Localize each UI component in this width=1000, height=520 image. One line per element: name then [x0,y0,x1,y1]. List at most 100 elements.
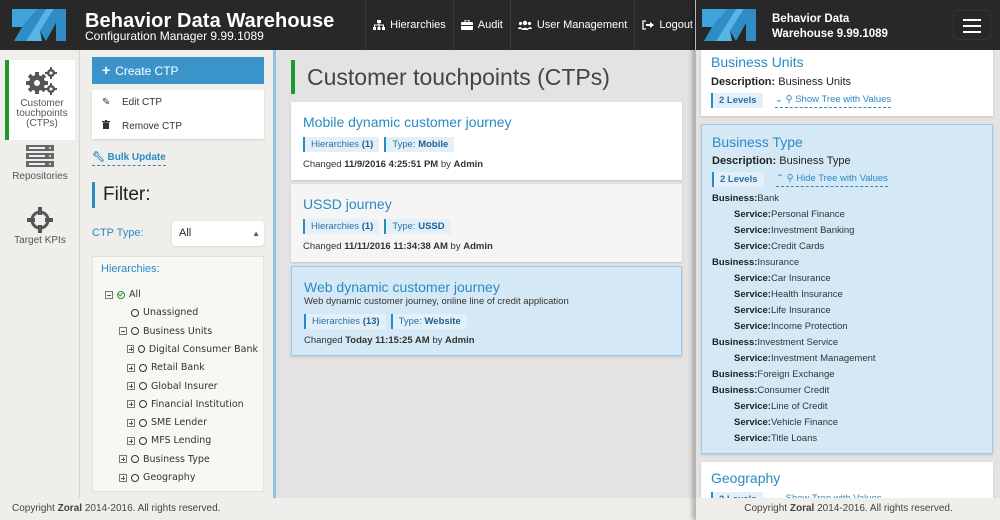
sitemap-icon: ⚲ [785,94,793,105]
radio-icon[interactable] [139,400,147,409]
hierarchy-name[interactable]: Business Units [711,54,804,70]
checked-radio-icon[interactable] [117,290,125,299]
tree-value-text: Income Protection [770,321,848,332]
expand-icon[interactable] [127,418,135,427]
users-icon [517,20,532,30]
radio-icon[interactable] [131,473,139,482]
edit-ctp-label: Edit CTP [122,97,163,108]
changed-author: Admin [453,159,484,170]
tree-node[interactable]: Business Type [119,454,210,465]
nav-logout[interactable]: Logout [634,0,700,50]
lnav-label: Repositories [12,171,68,182]
ctp-title[interactable]: Web dynamic customer journey [304,279,500,295]
tree-value-text: Health Insurance [770,289,843,300]
gears-icon [26,67,57,95]
levels-badge: 2 Levels [712,172,764,187]
tree-node[interactable]: Geography [119,472,195,483]
expand-icon[interactable] [127,400,135,409]
radio-icon[interactable] [139,363,147,372]
ctp-card-selected[interactable]: Web dynamic customer journey Web dynamic… [291,266,682,356]
nav-hierarchies[interactable]: Hierarchies [365,0,453,50]
radio-icon[interactable] [131,455,139,464]
tree-node[interactable]: All [105,289,141,300]
tree-node[interactable]: Digital Consumer Bank [127,344,258,355]
lnav-repositories[interactable]: Repositories [5,145,75,195]
footer: Copyright Zoral 2014-2016. All rights re… [0,498,700,520]
radio-icon[interactable] [139,382,147,390]
hierarchies-tag[interactable]: Hierarchies (13) [304,314,386,329]
collapse-icon[interactable] [105,290,113,299]
tree-value-row: Business:Insurance [712,257,799,268]
tree-node[interactable]: Global Insurer [127,381,218,392]
tree-value-row: Business:Bank [712,193,779,204]
ctp-card[interactable]: Mobile dynamic customer journey Hierarch… [291,102,682,180]
radio-icon[interactable] [137,345,145,354]
expand-icon[interactable] [119,455,127,464]
tree-value-text: Life Insurance [770,305,831,316]
nav-user-management[interactable]: User Management [509,0,635,50]
ctp-changed-info: Changed Today 11:15:25 AM by Admin [304,335,475,346]
radio-icon[interactable] [131,327,139,336]
hierarchy-name[interactable]: Geography [711,470,780,486]
expand-icon[interactable] [127,382,135,390]
radio-icon[interactable] [139,436,147,445]
ctp-changed-info: Changed 11/9/2016 4:25:51 PM by Admin [303,159,483,170]
tree-node[interactable]: Business Units [119,326,212,337]
tree-node[interactable]: Unassigned [131,307,198,318]
zoral-logo-icon [12,9,66,41]
sign-out-icon [642,20,655,30]
hierarchies-tag[interactable]: Hierarchies (1) [303,219,380,234]
tag-value: Website [424,316,461,327]
hierarchy-description: Description: Business Units [711,76,851,88]
hierarchy-description: Description: Business Type [712,155,851,167]
tree-value-row: Service:Investment Management [734,353,876,364]
tree-node[interactable]: Financial Institution [127,399,244,410]
hide-tree-toggle[interactable]: ⌃ ⚲ Hide Tree with Values [776,173,888,187]
expand-icon[interactable] [127,363,135,372]
nav-audit[interactable]: Audit [452,0,510,50]
tree-node[interactable]: SME Lender [127,417,207,428]
tree-value-key: Service: [734,273,771,284]
nav-logout-label: Logout [659,19,693,31]
tree-node[interactable]: Retail Bank [127,362,205,373]
ctp-card[interactable]: USSD journey Hierarchies (1) Type: USSD … [291,184,682,262]
radio-icon[interactable] [131,308,139,317]
tree-node-label: Global Insurer [151,380,218,392]
lnav-customer-touchpoints[interactable]: Customer touchpoints (CTPs) [5,60,75,140]
mobile-title-line: Behavior Data [772,13,850,25]
ctp-title[interactable]: Mobile dynamic customer journey [303,114,512,130]
expand-icon[interactable] [127,436,135,445]
tree-value-row: Business:Investment Service [712,337,838,348]
ctp-type-select[interactable]: All ▲▼ [172,221,264,263]
hamburger-menu-button[interactable] [953,10,991,40]
remove-ctp-button[interactable]: Remove CTP [102,120,182,132]
tree-value-text: Consumer Credit [757,385,830,396]
tree-value-key: Service: [734,209,771,220]
meta-label: Changed [304,335,343,346]
levels-badge: 2 Levels [711,93,763,108]
ctp-tags: Hierarchies (1) Type: Mobile [303,137,459,152]
edit-ctp-button[interactable]: ✎ Edit CTP [102,97,162,108]
plus-icon: + [102,62,111,78]
show-tree-toggle[interactable]: ⌄ ⚲ Show Tree with Values [775,94,892,108]
expand-icon[interactable] [119,473,127,482]
lnav-target-kpis[interactable]: Target KPIs [5,207,75,257]
radio-icon[interactable] [139,418,147,427]
collapse-icon[interactable] [119,327,127,336]
copyright-text: Copyright [12,503,55,514]
bulk-update-link[interactable]: 🔧︎ Bulk Update [92,152,166,166]
tag-label: Type: [398,316,422,327]
expand-icon[interactable] [127,345,134,354]
lnav-label: Target KPIs [14,235,66,246]
ctp-type-value: All [179,227,192,239]
tree-value-row: Service:Health Insurance [734,289,843,300]
hierarchies-tag[interactable]: Hierarchies (1) [303,137,380,152]
create-ctp-button[interactable]: + Create CTP [92,57,264,84]
changed-timestamp: Today 11:15:25 AM [345,335,430,346]
tree-node[interactable]: MFS Lending [127,435,211,446]
hierarchy-card: Business Units Description: Business Uni… [701,44,993,116]
hierarchy-name[interactable]: Business Type [712,134,803,150]
tree-value-row: Service:Line of Credit [734,401,828,412]
hierarchies-label: Hierarchies: [101,263,160,275]
ctp-title[interactable]: USSD journey [303,196,392,212]
